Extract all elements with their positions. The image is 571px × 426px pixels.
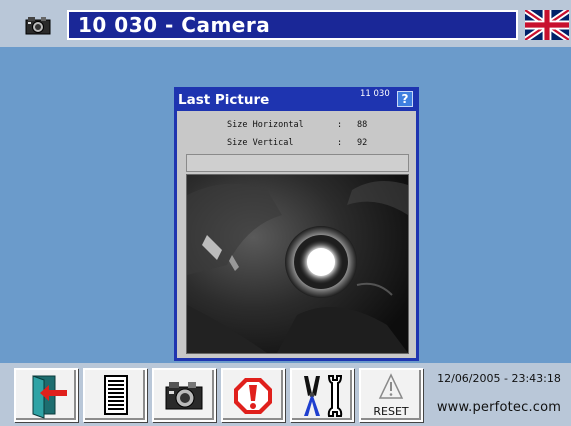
dialog-body: Size Horizontal : 88 Size Vertical : 92	[177, 111, 416, 358]
size-vertical-row: Size Vertical : 92	[177, 138, 416, 152]
info-value: 88	[357, 120, 368, 130]
camera-icon	[25, 17, 51, 35]
info-value: 92	[357, 138, 368, 148]
document-icon	[104, 375, 128, 415]
size-horizontal-row: Size Horizontal : 88	[177, 120, 416, 134]
datetime: 12/06/2005 - 23:43:18	[437, 372, 561, 385]
top-bar: 10 030 - Camera	[0, 0, 571, 47]
tools-icon	[304, 375, 343, 417]
bottom-toolbar: RESET 12/06/2005 - 23:43:18 www.perfotec…	[0, 363, 571, 426]
alarm-button[interactable]	[221, 368, 285, 422]
reset-button[interactable]: RESET	[359, 368, 423, 422]
exit-button[interactable]	[14, 368, 78, 422]
document-button[interactable]	[83, 368, 147, 422]
warning-stop-icon	[234, 378, 272, 414]
picture-header-bar	[186, 154, 409, 172]
info-label: Size Horizontal	[227, 120, 304, 130]
dialog-title: Last Picture	[178, 92, 270, 108]
info-label: Size Vertical	[227, 138, 294, 148]
dialog-number: 11 030	[360, 89, 390, 99]
uk-flag-icon[interactable]	[525, 10, 569, 40]
page-title: 10 030 - Camera	[67, 10, 518, 40]
camera-picture	[186, 174, 409, 354]
website: www.perfotec.com	[436, 400, 562, 415]
info-separator: :	[337, 120, 343, 130]
camera-icon	[165, 382, 203, 410]
last-picture-dialog: Last Picture 11 030 ? Size Horizontal : …	[174, 87, 419, 361]
camera-button[interactable]	[152, 368, 216, 422]
help-button[interactable]: ?	[397, 91, 413, 107]
info-separator: :	[337, 138, 343, 148]
tools-button[interactable]	[290, 368, 354, 422]
reset-label: RESET	[373, 405, 409, 418]
exit-door-icon	[32, 375, 67, 419]
